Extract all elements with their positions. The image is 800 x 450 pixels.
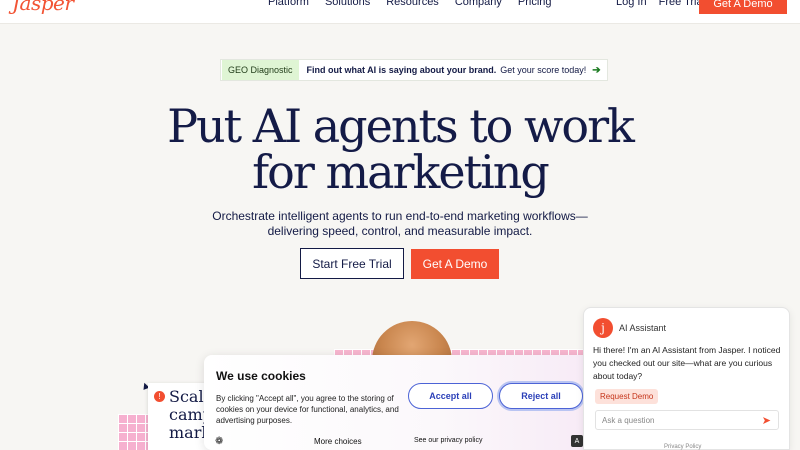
nav-demo-button[interactable]: Get A Demo xyxy=(699,0,787,14)
translate-icon[interactable]: A xyxy=(571,435,583,447)
nav-link-company[interactable]: Company xyxy=(455,0,502,8)
start-free-trial-button[interactable]: Start Free Trial xyxy=(300,248,404,279)
nav-links: Platform Solutions Resources Company Pri… xyxy=(268,0,552,8)
assistant-avatar: j xyxy=(593,318,613,338)
chat-title: AI Assistant xyxy=(619,323,667,333)
arrow-right-icon: ➔ xyxy=(592,64,601,76)
hero-title-line1: Put AI agents to work xyxy=(167,99,635,153)
nav-link-pricing[interactable]: Pricing xyxy=(518,0,552,8)
hero-subtitle-line1: Orchestrate intelligent agents to run en… xyxy=(212,209,588,223)
chat-widget: j AI Assistant Hi there! I'm an AI Assis… xyxy=(583,307,790,450)
geo-headline: Find out what AI is saying about your br… xyxy=(306,65,497,75)
cookie-title: We use cookies xyxy=(216,369,306,383)
geo-cta-text: Get your score today! xyxy=(500,65,587,75)
geo-banner[interactable]: GEO Diagnostic Find out what AI is sayin… xyxy=(220,59,608,81)
jasper-logo[interactable]: Jasper xyxy=(12,0,74,15)
nav-link-solutions[interactable]: Solutions xyxy=(325,0,370,8)
login-link[interactable]: Log In xyxy=(616,0,647,8)
nav-link-platform[interactable]: Platform xyxy=(268,0,309,8)
chat-input[interactable]: Ask a question ➤ xyxy=(595,410,779,430)
more-choices-link[interactable]: More choices xyxy=(314,437,362,446)
request-demo-chip[interactable]: Request Demo xyxy=(595,389,659,404)
cookie-settings-icon[interactable]: ❁ xyxy=(215,436,223,447)
top-nav: Jasper Platform Solutions Resources Comp… xyxy=(0,0,800,24)
privacy-policy-link[interactable]: See our privacy policy xyxy=(414,437,482,444)
cookie-banner: We use cookies By clicking "Accept all",… xyxy=(204,355,596,450)
alert-icon: ! xyxy=(154,391,165,402)
get-demo-button[interactable]: Get A Demo xyxy=(411,249,499,279)
nav-right: Log In Free Trial xyxy=(616,0,705,8)
nav-link-resources[interactable]: Resources xyxy=(386,0,439,8)
chat-input-placeholder: Ask a question xyxy=(602,416,655,425)
hero-subtitle-line2: delivering speed, control, and measurabl… xyxy=(267,224,533,238)
geo-tag: GEO Diagnostic xyxy=(222,60,299,80)
hero-title-line2: for marketing xyxy=(252,145,550,199)
cookie-text: By clicking "Accept all", you agree to t… xyxy=(216,394,399,425)
accept-all-button[interactable]: Accept all xyxy=(408,383,493,409)
send-icon[interactable]: ➤ xyxy=(762,414,771,427)
chat-privacy-link[interactable]: Privacy Policy xyxy=(664,444,701,450)
chat-message: Hi there! I'm an AI Assistant from Jaspe… xyxy=(593,345,781,381)
reject-all-button[interactable]: Reject all xyxy=(499,383,583,409)
